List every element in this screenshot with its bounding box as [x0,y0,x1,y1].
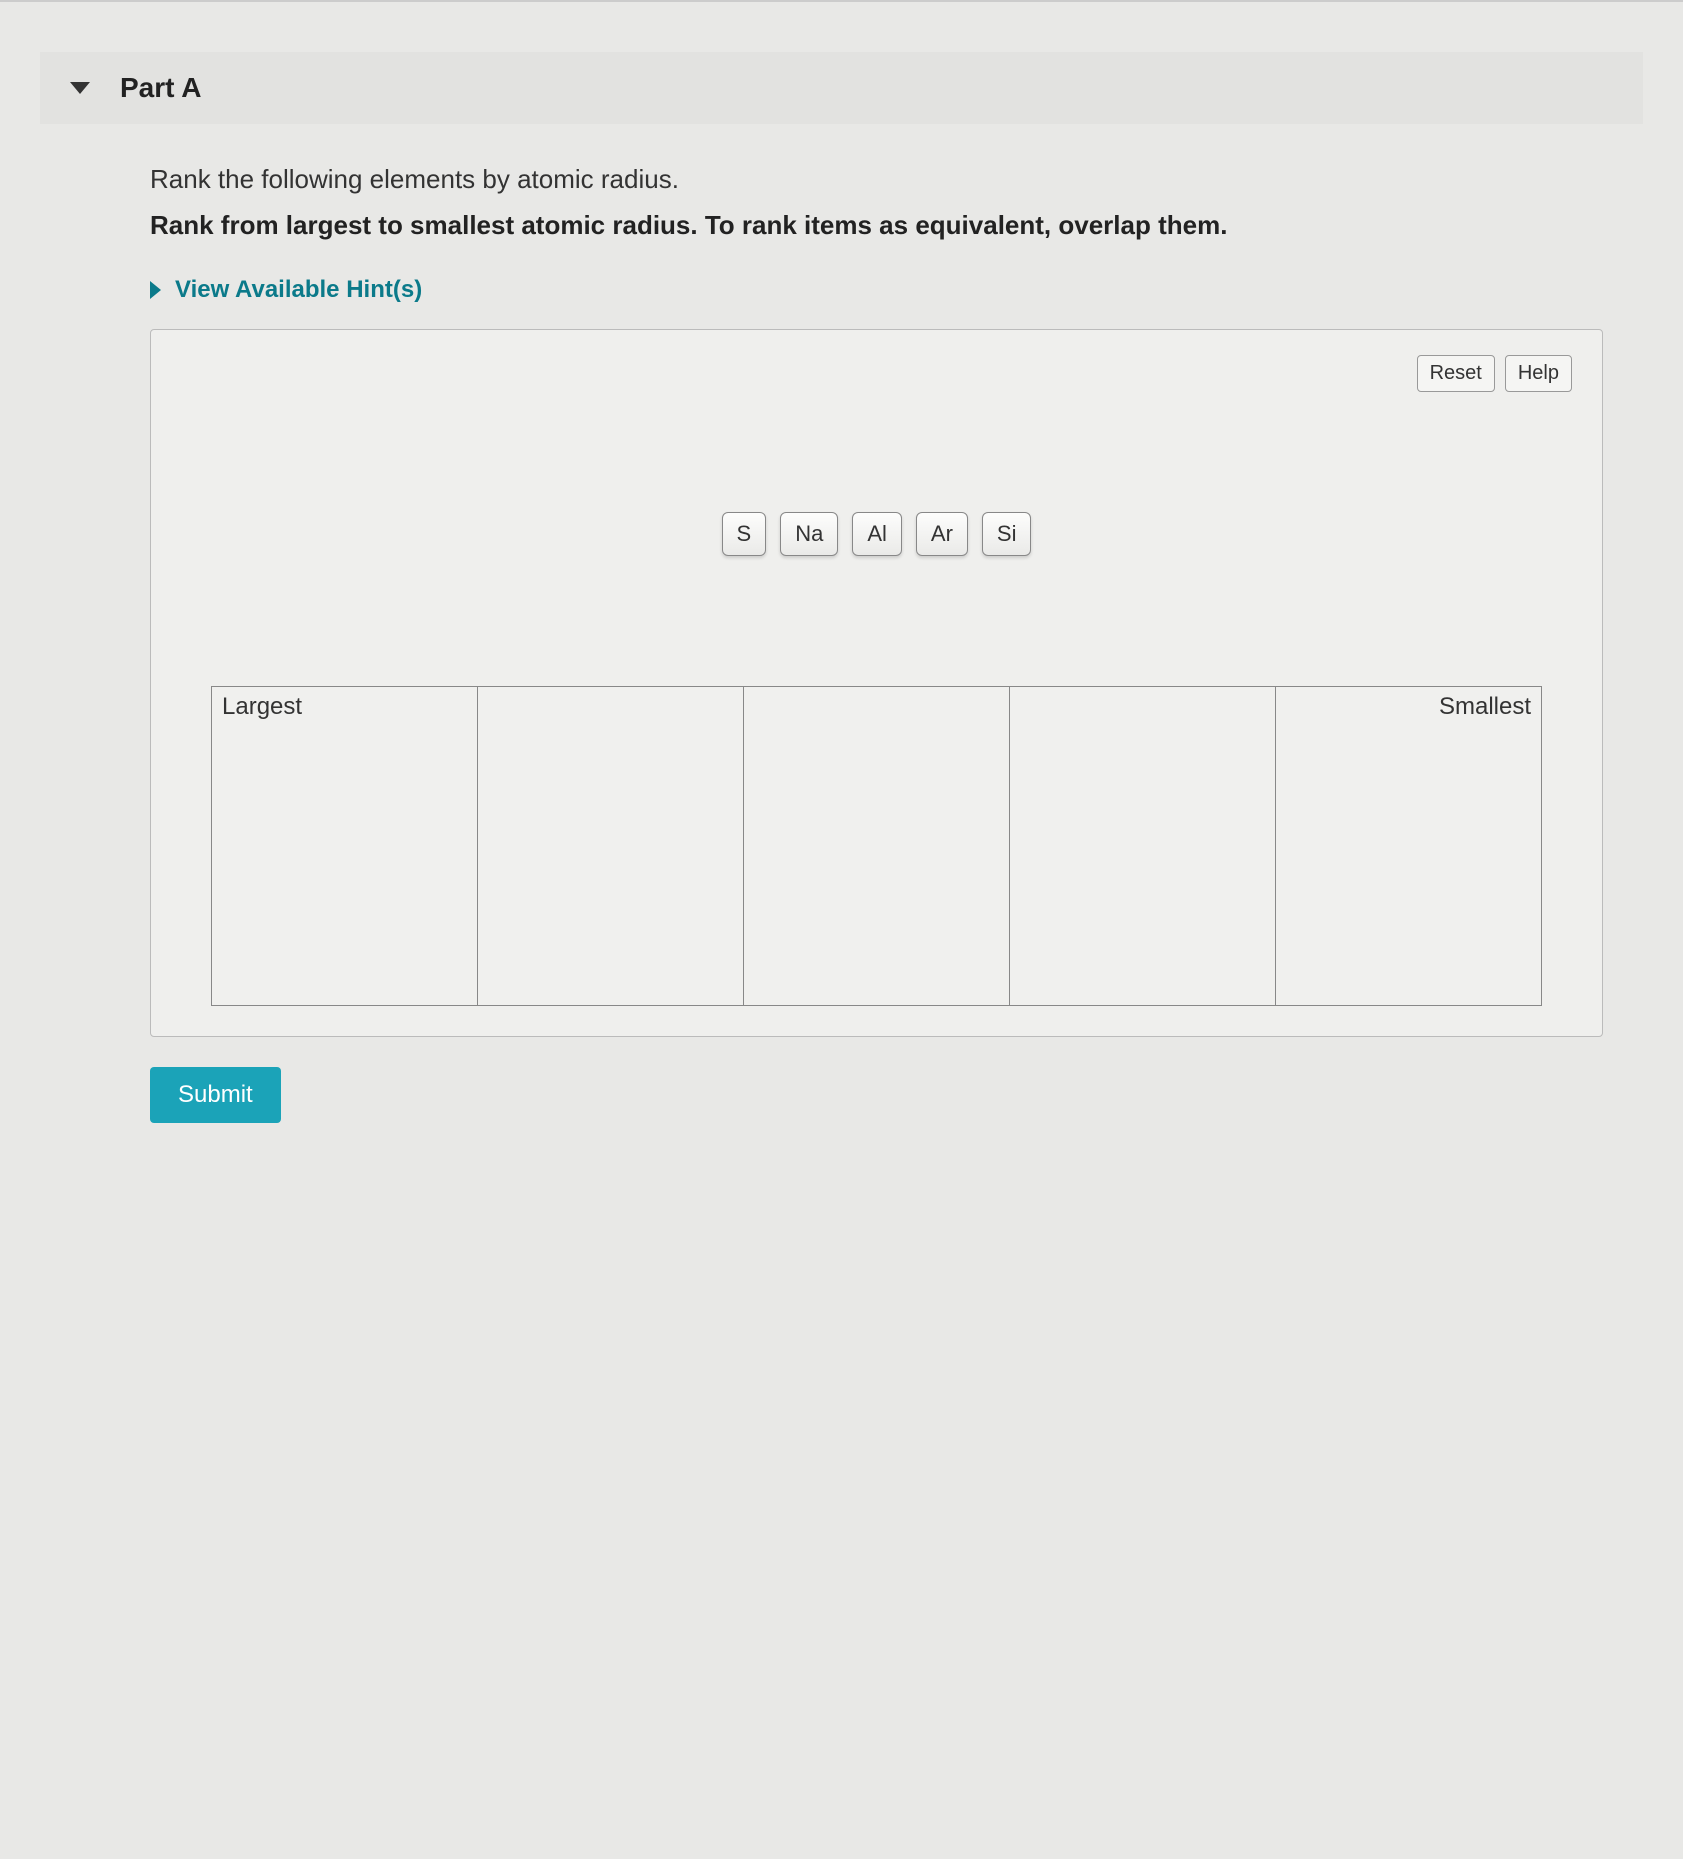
element-chip-al[interactable]: Al [852,512,902,556]
part-header[interactable]: Part A [40,52,1643,124]
chevron-down-icon [70,82,90,94]
submit-button[interactable]: Submit [150,1067,281,1123]
prompt-text-1: Rank the following elements by atomic ra… [150,164,1603,195]
hints-toggle[interactable]: View Available Hint(s) [150,276,1603,304]
element-chip-na[interactable]: Na [780,512,838,556]
rank-label-smallest: Smallest [1439,693,1531,721]
help-button[interactable]: Help [1505,355,1572,392]
element-chip-si[interactable]: Si [982,512,1032,556]
rank-slot-5[interactable] [1276,687,1541,1005]
tool-buttons-row: Reset Help [181,355,1572,392]
rank-slot-1[interactable] [212,687,478,1005]
ranking-widget: Reset Help S Na Al Ar Si Largest Smalles… [150,329,1603,1037]
rank-label-largest: Largest [222,693,302,721]
chevron-right-icon [150,281,161,299]
content-area: Rank the following elements by atomic ra… [40,164,1643,1123]
part-title: Part A [120,72,201,104]
draggable-elements-row: S Na Al Ar Si [181,512,1572,556]
reset-button[interactable]: Reset [1417,355,1495,392]
rank-slot-3[interactable] [744,687,1010,1005]
main-container: Part A Rank the following elements by at… [0,52,1683,1163]
rank-slot-4[interactable] [1010,687,1276,1005]
ranking-dropzone[interactable]: Largest Smallest [211,686,1542,1006]
element-chip-ar[interactable]: Ar [916,512,968,556]
element-chip-s[interactable]: S [722,512,767,556]
rank-slot-2[interactable] [478,687,744,1005]
top-divider [0,0,1683,2]
hints-link-label: View Available Hint(s) [175,276,422,304]
prompt-text-2: Rank from largest to smallest atomic rad… [150,210,1603,241]
